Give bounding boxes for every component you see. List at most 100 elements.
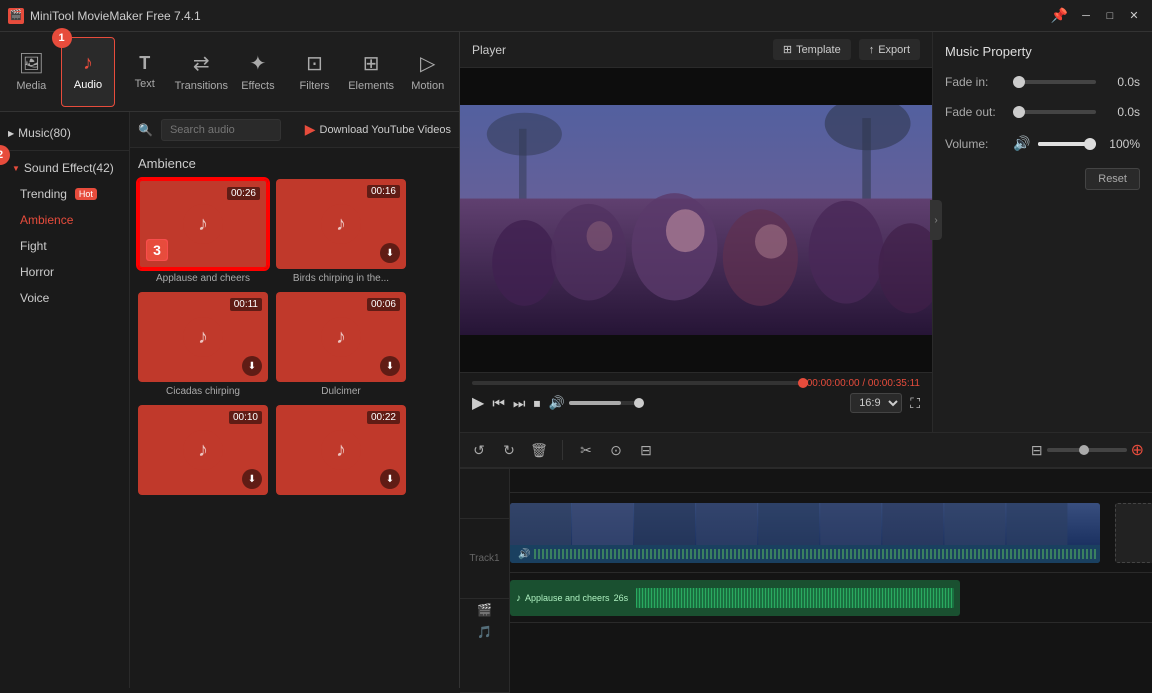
music-note-icon: ♪ (516, 593, 521, 604)
tool-motion[interactable]: ▷ Motion (400, 37, 455, 107)
sound-card-3[interactable]: ♪ 00:11 ⬇ Cicadas chirping (138, 292, 268, 397)
time-display: 00:00:00:00 / 00:00:35:11 (807, 378, 920, 389)
track1-label: Track1 (460, 519, 509, 599)
download-btn-4[interactable]: ⬇ (380, 356, 400, 376)
fullscreen-button[interactable]: ⛶ (910, 395, 920, 412)
reset-button[interactable]: Reset (1085, 168, 1140, 190)
sound-name-2: Birds chirping in the... (276, 273, 406, 284)
duration-1: 00:26 (227, 187, 260, 200)
redo-button[interactable]: ↻ (498, 439, 520, 461)
zoom-slider[interactable] (1047, 448, 1127, 452)
volume-slider[interactable] (569, 401, 639, 405)
cut-button[interactable]: ✂ (575, 439, 597, 461)
placeholder-clip-1[interactable]: ⬇ (1115, 503, 1152, 563)
sound-name-4: Dulcimer (276, 386, 406, 397)
progress-bar[interactable] (472, 381, 803, 385)
timeline-scissors-icon: ✂ (480, 468, 489, 469)
search-input[interactable] (161, 119, 281, 141)
sound-card-2[interactable]: ♪ 00:16 ⬇ Birds chirping in the... (276, 179, 406, 284)
sound-card-5[interactable]: ♪ 00:10 ⬇ (138, 405, 268, 495)
main-area: 🖼 Media 1 ♪ Audio T Text ⇄ Transitions ✦… (0, 32, 1152, 688)
volume-prop-value: 100% (1104, 137, 1140, 151)
undo-button[interactable]: ↺ (468, 439, 490, 461)
motion-icon: ▷ (420, 51, 435, 76)
zoom-out-icon[interactable]: ⊟ (1031, 442, 1043, 459)
fade-out-dot (1013, 106, 1025, 118)
speaker-icon: 🔊 (514, 549, 534, 560)
stop-button[interactable]: ⏹ (534, 395, 541, 412)
fade-out-slider[interactable] (1013, 110, 1096, 114)
sidebar-item-trending[interactable]: Trending Hot (0, 181, 129, 207)
aspect-ratio-select[interactable]: 16:9 (850, 393, 902, 413)
tool-text[interactable]: T Text (117, 37, 172, 107)
hot-badge: Hot (75, 188, 97, 200)
music-properties-panel: Music Property Fade in: 0.0s Fade out: 0… (932, 32, 1152, 432)
track-label-empty (460, 469, 509, 519)
audio-waveform (636, 588, 954, 608)
fade-out-label: Fade out: (945, 105, 1005, 119)
minimize-button[interactable]: ─ (1076, 6, 1096, 26)
download-btn-5[interactable]: ⬇ (242, 469, 262, 489)
tool-media[interactable]: 🖼 Media (4, 37, 59, 107)
skip-back-button[interactable]: ⏮ (492, 395, 505, 412)
zoom-in-icon[interactable]: ⊕ (1131, 440, 1144, 460)
play-button[interactable]: ▶ (472, 393, 484, 413)
music-disc-icon-5: ♪ (183, 430, 223, 470)
fade-in-slider[interactable] (1013, 80, 1096, 84)
sidebar-item-sound-effects[interactable]: 2 ▼ Sound Effect(42) (0, 155, 129, 181)
sidebar-item-voice[interactable]: Voice (0, 285, 129, 311)
tool-effects[interactable]: ✦ Effects (231, 37, 286, 107)
sidebar-item-horror[interactable]: Horror (0, 259, 129, 285)
window-controls: ─ □ ✕ (1076, 6, 1144, 26)
duration-3: 00:11 (230, 298, 262, 311)
audio-clip-duration: 26s (614, 593, 629, 603)
tool-elements[interactable]: ⊞ Elements (344, 37, 399, 107)
timeline-tracks: Track1 🎬 🎵 (460, 469, 1152, 693)
sidebar-item-ambience[interactable]: Ambience (0, 207, 129, 233)
volume-prop-slider[interactable] (1038, 142, 1096, 146)
app-icon: 🎬 (8, 8, 24, 24)
download-btn-6[interactable]: ⬇ (380, 469, 400, 489)
sidebar-item-fight[interactable]: Fight (0, 233, 129, 259)
tool-transitions[interactable]: ⇄ Transitions (174, 37, 229, 107)
sidebar-item-music[interactable]: ▶ Music(80) (0, 120, 129, 146)
audio-clip[interactable]: ♪ Applause and cheers 26s (510, 580, 960, 616)
download-youtube-btn[interactable]: ▶ Download YouTube Videos (305, 121, 451, 138)
search-bar: 🔍 ▶ Download YouTube Videos (130, 112, 459, 148)
video-clip[interactable]: 🔊 (510, 503, 1100, 563)
download-btn-3[interactable]: ⬇ (242, 356, 262, 376)
sound-grid-row-2: ♪ 00:11 ⬇ Cicadas chirping ♪ 00:06 ⬇ (138, 292, 451, 397)
music-property-title: Music Property (945, 44, 1140, 59)
fade-in-label: Fade in: (945, 75, 1005, 89)
download-btn-2[interactable]: ⬇ (380, 243, 400, 263)
right-panel: Player ⊞ Template ↑ Export (460, 32, 1152, 688)
skip-forward-button[interactable]: ⏭ (513, 395, 526, 412)
sound-card-6[interactable]: ♪ 00:22 ⬇ (276, 405, 406, 495)
tracks-content[interactable]: 🔊 ⬇ ↔ ↔ (510, 469, 1152, 693)
close-button[interactable]: ✕ (1124, 6, 1144, 26)
sound-card-1[interactable]: ♪ 00:26 3 Applause and cheers (138, 179, 268, 284)
export-button[interactable]: ↑ Export (859, 39, 920, 60)
progress-dot (798, 378, 808, 388)
titlebar: 🎬 MiniTool MovieMaker Free 7.4.1 📌 ─ □ ✕ (0, 0, 1152, 32)
duration-5: 00:10 (229, 411, 262, 424)
tool-audio[interactable]: 1 ♪ Audio (61, 37, 116, 107)
delete-button[interactable]: 🗑 (528, 439, 550, 461)
tool-filters[interactable]: ⊡ Filters (287, 37, 342, 107)
volume-icon[interactable]: 🔊 (549, 395, 565, 411)
fade-in-row: Fade in: 0.0s (945, 75, 1140, 89)
duration-4: 00:06 (367, 298, 400, 311)
video-track-row: 🔊 ⬇ ↔ ↔ (510, 493, 1152, 573)
annotation-2: 2 (0, 145, 10, 165)
expand-panel-button[interactable]: › (930, 200, 942, 240)
speed-button[interactable]: ⊙ (605, 439, 627, 461)
maximize-button[interactable]: □ (1100, 6, 1120, 26)
sound-thumb-4: ♪ 00:06 ⬇ (276, 292, 406, 382)
sound-card-4[interactable]: ♪ 00:06 ⬇ Dulcimer (276, 292, 406, 397)
volume-speaker-icon: 🔊 (1013, 135, 1030, 152)
template-button[interactable]: ⊞ Template (773, 39, 851, 60)
volume-fill (569, 401, 622, 405)
audio-panel: ▶ Music(80) 2 ▼ Sound Effect(42) Trendin… (0, 112, 459, 688)
crop-button[interactable]: ⊟ (635, 439, 657, 461)
toolbar: 🖼 Media 1 ♪ Audio T Text ⇄ Transitions ✦… (0, 32, 459, 112)
